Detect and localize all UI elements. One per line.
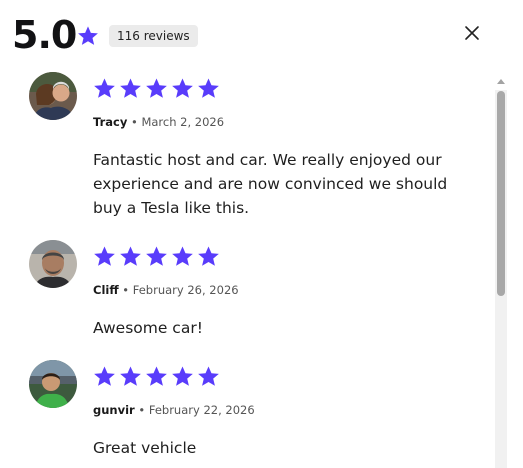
star-icon [146,246,167,266]
star-icon [198,78,219,98]
star-icon [94,78,115,98]
avatar [29,240,77,288]
avatar [29,72,77,120]
star-icon [198,366,219,386]
review-meta: Cliff • February 26, 2026 [93,283,239,297]
close-icon[interactable] [462,23,482,43]
star-rating [93,77,223,101]
star-icon [78,26,98,45]
review-meta: Tracy • March 2, 2026 [93,115,225,129]
star-icon [120,246,141,266]
review-text: Great vehicle [93,439,197,457]
review-text: Awesome car! [93,319,203,337]
star-rating [93,245,223,269]
reviews-list[interactable]: Tracy • March 2, 2026 Fantastic host and… [0,66,490,468]
review-text: Fantastic host and car. We really enjoye… [93,151,448,217]
star-icon [172,246,193,266]
star-icon [172,366,193,386]
star-icon [94,366,115,386]
star-icon [120,78,141,98]
review-date: February 26, 2026 [132,283,239,297]
reviewer-name: gunvir [93,403,135,417]
star-icon [94,246,115,266]
reviewer-name: Cliff [93,283,119,297]
reviews-count-badge: 116 reviews [109,25,198,47]
review-date: February 22, 2026 [148,403,255,417]
reviews-header: 5.0 116 reviews [0,0,523,66]
scrollbar-thumb[interactable] [497,91,505,296]
overall-rating: 5.0 [12,13,77,57]
star-icon [198,246,219,266]
scroll-up-arrow-icon[interactable] [495,75,507,87]
avatar [29,360,77,408]
star-icon [146,78,167,98]
review-meta: gunvir • February 22, 2026 [93,403,255,417]
star-icon [172,78,193,98]
star-icon [120,366,141,386]
star-icon [146,366,167,386]
review-date: March 2, 2026 [141,115,225,129]
reviewer-name: Tracy [93,115,128,129]
star-rating [93,365,223,389]
